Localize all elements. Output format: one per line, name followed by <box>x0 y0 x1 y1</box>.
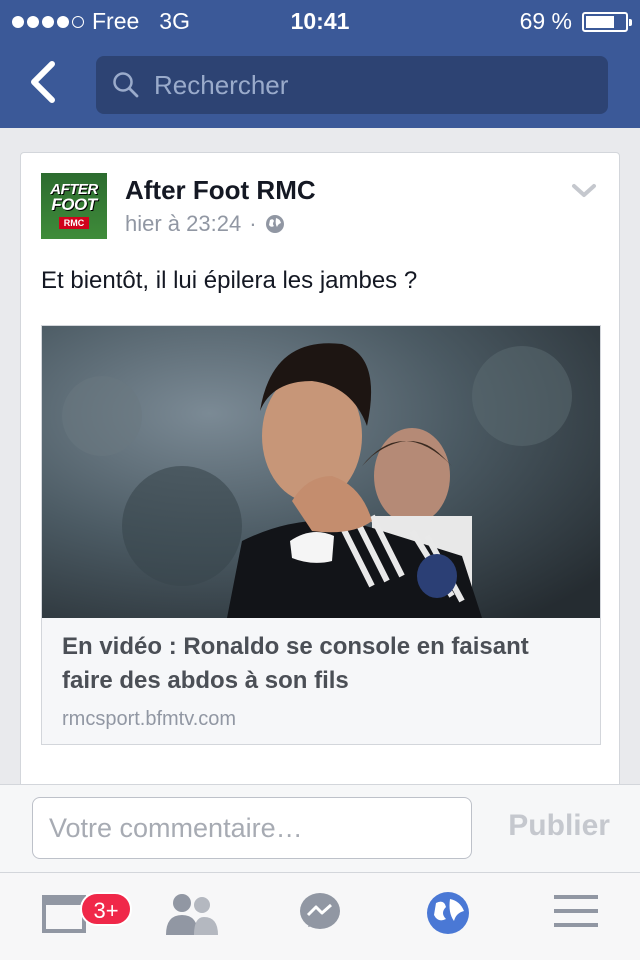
globe-icon <box>427 892 469 934</box>
tab-news-feed[interactable] <box>42 891 86 938</box>
menu-icon <box>554 895 598 927</box>
globe-icon <box>265 215 284 233</box>
avatar-logo-text-3: RMC <box>59 217 89 229</box>
chevron-down-icon <box>572 184 596 197</box>
publish-button[interactable]: Publier <box>508 809 610 843</box>
link-domain: rmcsport.bfmtv.com <box>62 708 237 730</box>
tab-friends[interactable] <box>164 891 220 940</box>
friends-icon <box>166 894 218 935</box>
search-icon <box>113 72 139 98</box>
search-bar[interactable] <box>96 56 608 114</box>
notification-badge: 3+ <box>80 892 132 926</box>
link-thumbnail[interactable] <box>42 326 600 618</box>
messenger-icon <box>300 893 340 929</box>
post-card: AFTER FOOT RMC After Foot RMC hier à 23:… <box>20 152 620 802</box>
avatar-logo-text-2: FOOT <box>51 195 97 214</box>
post-text: Et bientôt, il lui épilera les jambes ? <box>41 267 418 294</box>
chevron-left-icon <box>31 61 55 103</box>
top-bar: Free 3G 10:41 69 % <box>0 0 640 128</box>
tab-more[interactable] <box>554 891 598 936</box>
post-timestamp[interactable]: hier à 23:24 <box>125 211 241 237</box>
photo-image <box>42 326 600 618</box>
post-meta: hier à 23:24 · <box>125 211 285 237</box>
comment-input[interactable] <box>32 797 472 859</box>
comment-bar: Publier <box>0 784 640 873</box>
post-author[interactable]: After Foot RMC <box>125 175 316 206</box>
back-button[interactable] <box>26 60 66 108</box>
page-avatar[interactable]: AFTER FOOT RMC <box>41 173 107 239</box>
post-options-button[interactable] <box>571 183 597 204</box>
battery-percent: 69 % <box>519 8 572 34</box>
search-input[interactable] <box>152 68 576 102</box>
tab-notifications[interactable] <box>426 891 470 940</box>
tab-messenger[interactable] <box>298 891 342 940</box>
link-preview[interactable]: En vidéo : Ronaldo se console en faisant… <box>41 325 601 745</box>
link-title[interactable]: En vidéo : Ronaldo se console en faisant… <box>62 630 582 698</box>
meta-separator: · <box>249 211 257 236</box>
battery-icon <box>582 11 632 32</box>
status-bar: Free 3G 10:41 69 % <box>0 0 640 40</box>
